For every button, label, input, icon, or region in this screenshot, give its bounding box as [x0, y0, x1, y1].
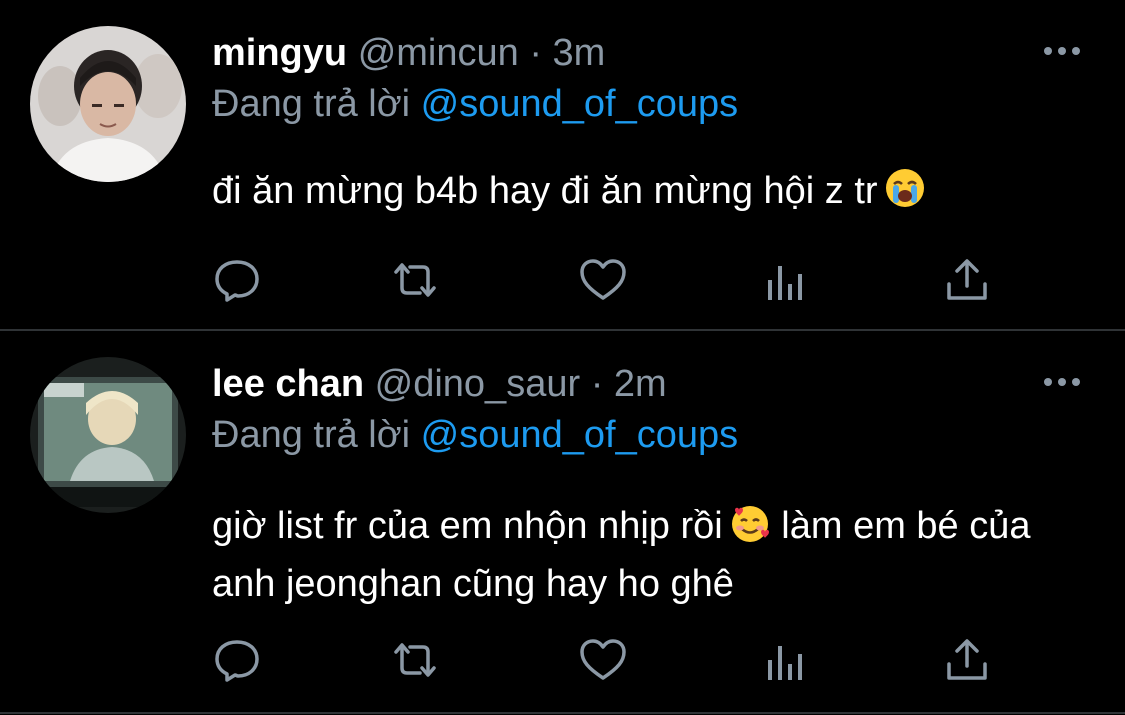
retweet-icon[interactable]: [390, 256, 440, 304]
display-name[interactable]: lee chan: [212, 363, 364, 405]
tweet-header: lee chan @dino_saur · 2m: [212, 361, 667, 407]
tweet-actions: [212, 636, 1002, 684]
tweet-text: đi ăn mừng b4b hay đi ăn mừng hội z tr: [212, 162, 1072, 220]
replying-to: Đang trả lời @sound_of_coups: [212, 412, 738, 458]
more-icon[interactable]: [1043, 44, 1081, 58]
tweet-text-part1: giờ list fr của em nhộn nhịp rồi: [212, 505, 723, 547]
timestamp[interactable]: 3m: [553, 32, 606, 74]
tweet-text: giờ list fr của em nhộn nhịp rồi làm em …: [212, 497, 1072, 613]
analytics-icon[interactable]: [760, 256, 810, 304]
user-handle[interactable]: @dino_saur: [375, 363, 580, 405]
user-handle[interactable]: @mincun: [358, 32, 519, 74]
separator-dot: ·: [590, 363, 604, 405]
like-icon[interactable]: [578, 256, 628, 304]
replying-to: Đang trả lời @sound_of_coups: [212, 81, 738, 127]
tweet[interactable]: lee chan @dino_saur · 2m Đang trả lời @s…: [0, 331, 1125, 715]
avatar[interactable]: [30, 26, 186, 182]
reply-prefix: Đang trả lời: [212, 83, 411, 125]
smiling-face-with-hearts-emoji: [729, 502, 771, 544]
separator-dot: ·: [529, 32, 542, 74]
reply-mention-link[interactable]: @sound_of_coups: [421, 414, 738, 456]
tweet[interactable]: mingyu @mincun · 3m Đang trả lời @sound_…: [0, 0, 1125, 330]
reply-mention-link[interactable]: @sound_of_coups: [421, 83, 738, 125]
display-name[interactable]: mingyu: [212, 32, 347, 74]
share-icon[interactable]: [942, 636, 992, 684]
reply-icon[interactable]: [212, 636, 262, 684]
loudly-crying-face-emoji: [884, 167, 926, 209]
avatar[interactable]: [30, 357, 186, 513]
tweet-divider: [0, 712, 1125, 714]
tweet-header: mingyu @mincun · 3m: [212, 30, 605, 76]
retweet-icon[interactable]: [390, 636, 440, 684]
tweet-actions: [212, 256, 1002, 304]
timestamp[interactable]: 2m: [614, 363, 667, 405]
more-icon[interactable]: [1043, 375, 1081, 389]
tweet-text-content: đi ăn mừng b4b hay đi ăn mừng hội z tr: [212, 170, 878, 212]
reply-icon[interactable]: [212, 256, 262, 304]
reply-prefix: Đang trả lời: [212, 414, 411, 456]
analytics-icon[interactable]: [760, 636, 810, 684]
share-icon[interactable]: [942, 256, 992, 304]
like-icon[interactable]: [578, 636, 628, 684]
